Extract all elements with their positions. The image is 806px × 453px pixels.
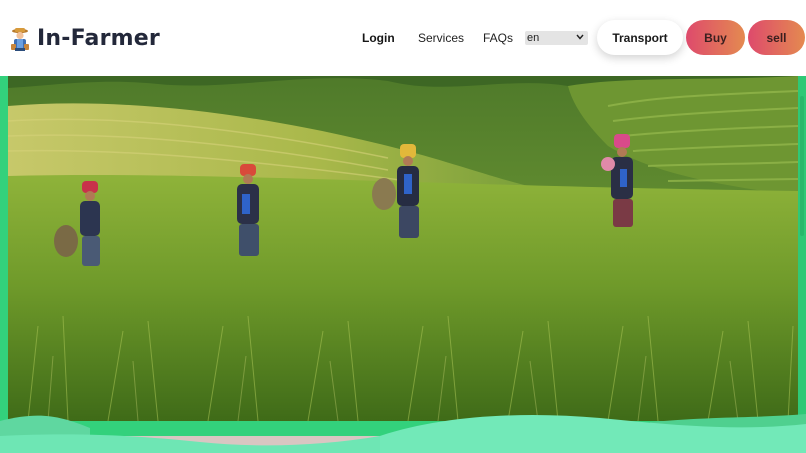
top-navbar: In-Farmer Login Services FAQs en Transpo… bbox=[0, 0, 806, 76]
brand-name: In-Farmer bbox=[37, 26, 160, 51]
transport-button[interactable]: Transport bbox=[597, 20, 683, 55]
language-select[interactable]: en bbox=[525, 31, 588, 45]
chevron-down-icon bbox=[576, 34, 584, 40]
wave-divider bbox=[0, 414, 806, 453]
scrollbar-thumb[interactable] bbox=[800, 96, 804, 236]
nav-services-link[interactable]: Services bbox=[418, 30, 464, 46]
buy-button[interactable]: Buy bbox=[686, 20, 745, 55]
hero-section bbox=[0, 76, 806, 453]
hero-image-rice-terrace-farmers bbox=[8, 76, 798, 421]
nav-faqs-link[interactable]: FAQs bbox=[483, 30, 513, 46]
nav-login-link[interactable]: Login bbox=[362, 30, 395, 46]
language-selected-value: en bbox=[527, 32, 540, 44]
sell-button[interactable]: sell bbox=[748, 20, 805, 55]
farmer-icon bbox=[11, 28, 29, 51]
brand[interactable]: In-Farmer bbox=[9, 24, 160, 54]
